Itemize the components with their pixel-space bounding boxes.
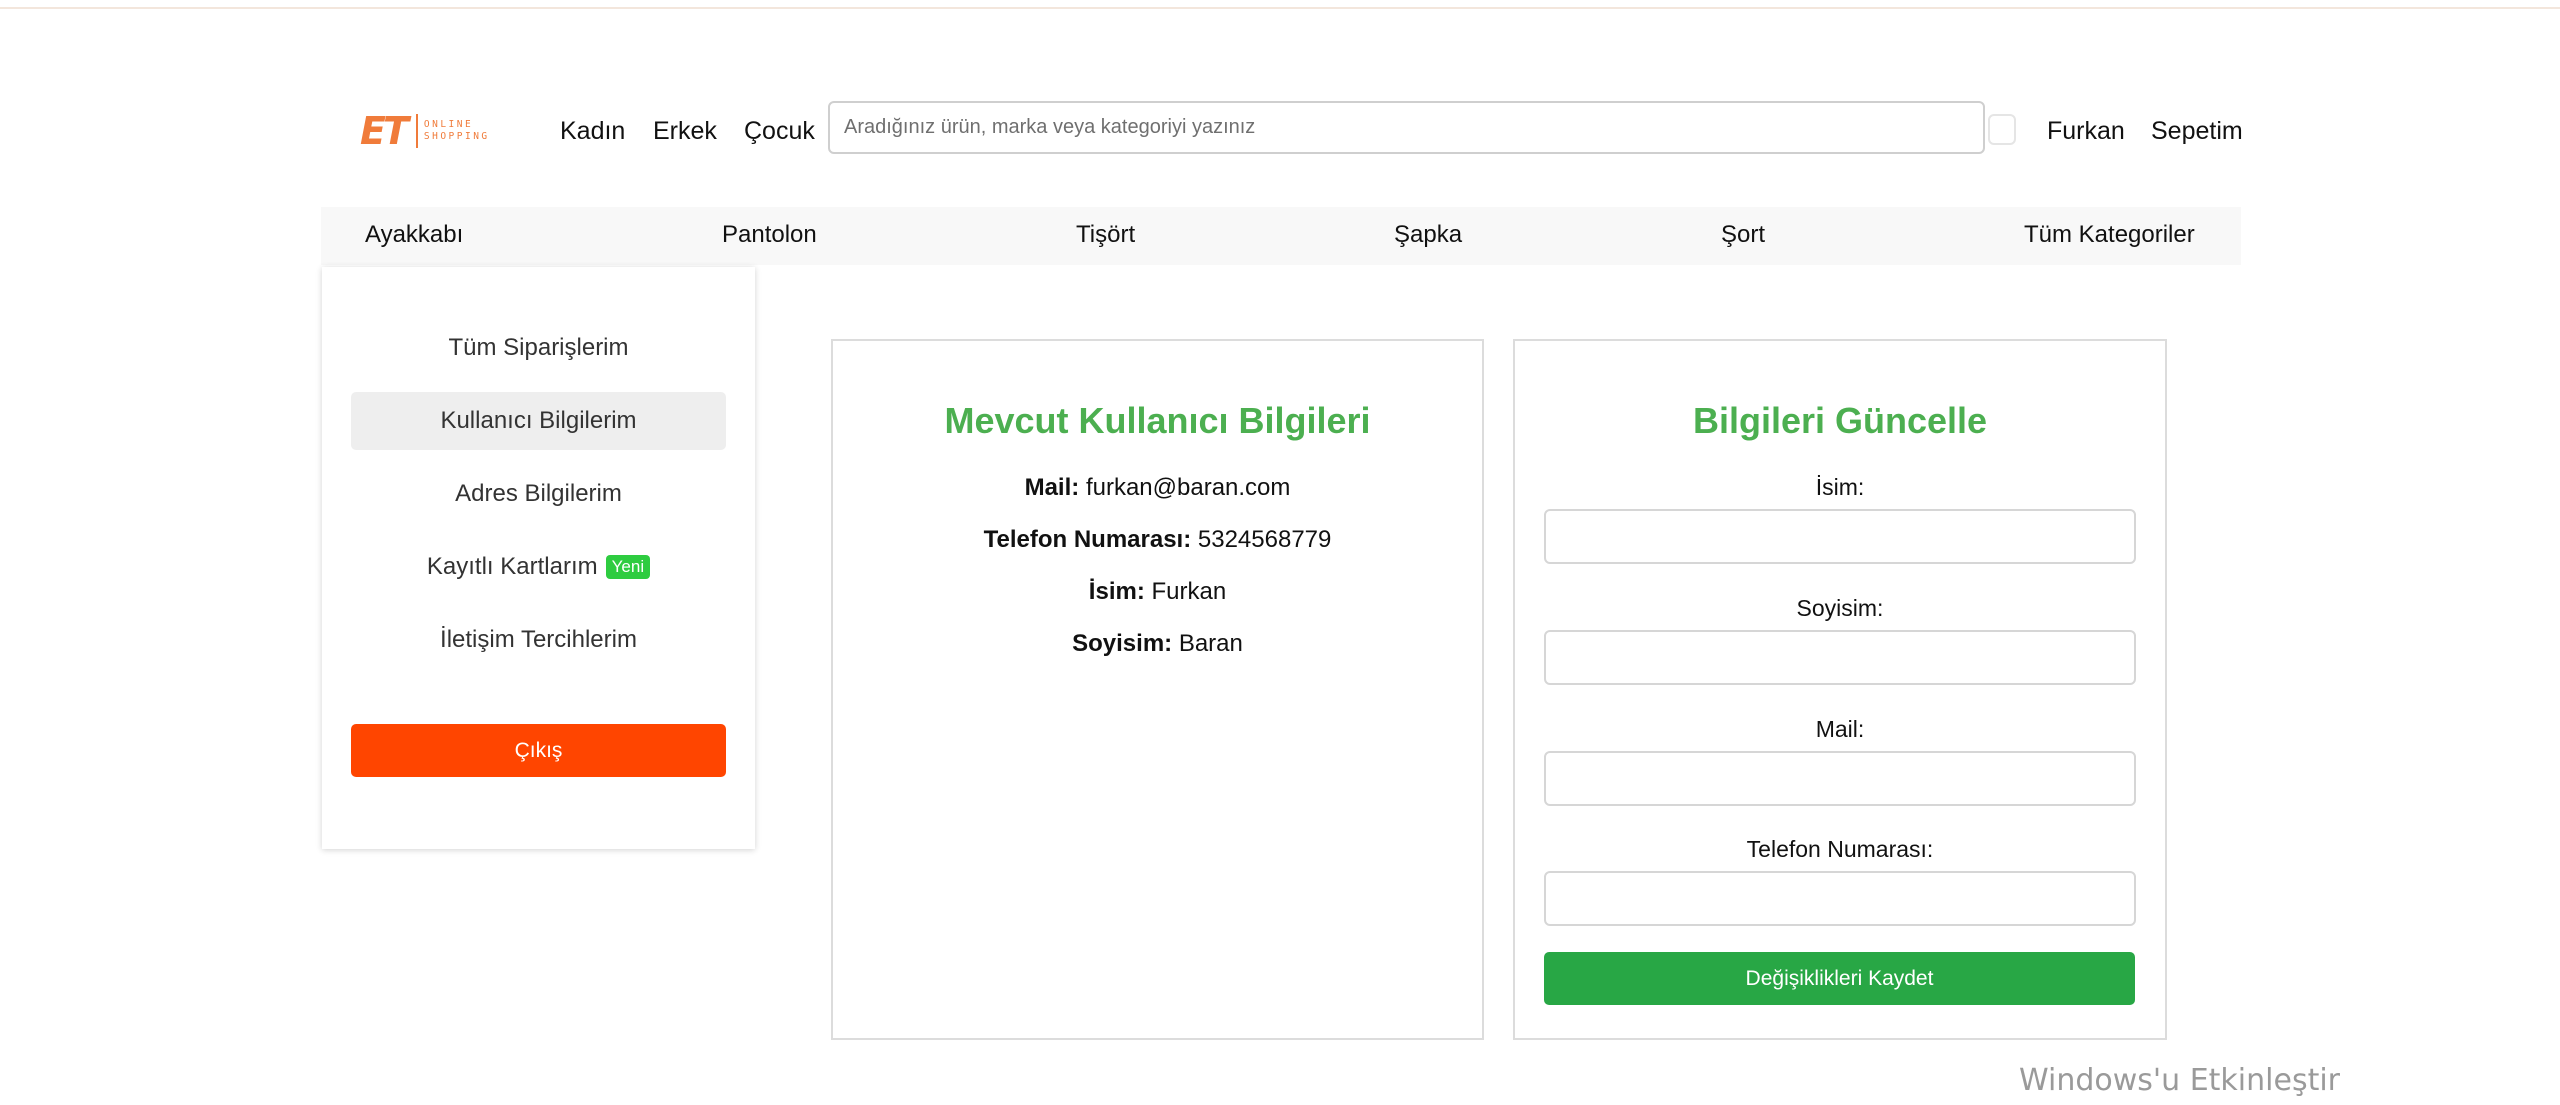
phone-input[interactable] (1544, 871, 2136, 926)
info-phone: Telefon Numarası: 5324568779 (833, 526, 1482, 554)
new-badge: Yeni (605, 555, 651, 579)
windows-activation-watermark: Windows'u Etkinleştir (2019, 1063, 2341, 1098)
category-ayakkabi[interactable]: Ayakkabı (365, 220, 463, 250)
info-value: Baran (1178, 630, 1243, 657)
mail-label: Mail: (1815, 716, 1865, 742)
search-input[interactable] (828, 101, 1985, 154)
logo-text: ONLINE SHOPPING (424, 119, 490, 143)
sidebar-item-label: İletişim Tercihlerim (440, 626, 637, 653)
category-sapka[interactable]: Şapka (1394, 220, 1462, 250)
category-all[interactable]: Tüm Kategoriler (2024, 220, 2195, 250)
info-label: Telefon Numarası: (983, 526, 1192, 553)
sidebar-item-label: Adres Bilgilerim (455, 480, 622, 507)
name-label: İsim: (1815, 474, 1865, 500)
nav-kadin[interactable]: Kadın (560, 116, 625, 146)
sidebar-item-label: Kayıtlı Kartlarım (426, 553, 598, 580)
surname-label: Soyisim: (1796, 595, 1884, 621)
phone-label: Telefon Numarası: (1746, 836, 1934, 862)
sidebar-item-label: Kullanıcı Bilgilerim (440, 407, 637, 434)
update-form-card: Bilgileri Güncelle İsim: Soyisim: Mail: … (1513, 339, 2167, 1040)
sidebar-item-saved-cards[interactable]: Kayıtlı Kartlarım Yeni (351, 538, 726, 596)
current-info-title: Mevcut Kullanıcı Bilgileri (944, 400, 1371, 441)
info-value: Furkan (1151, 578, 1227, 605)
sidebar-item-addresses[interactable]: Adres Bilgilerim (351, 465, 726, 523)
mail-input[interactable] (1544, 751, 2136, 806)
account-sidebar: Tüm Siparişlerim Kullanıcı Bilgilerim Ad… (322, 267, 755, 849)
info-value: furkan@baran.com (1085, 474, 1291, 501)
logo-line-2: SHOPPING (423, 131, 490, 142)
logout-button[interactable]: Çıkış (351, 724, 726, 777)
info-label: Soyisim: (1072, 630, 1173, 657)
search-checkbox[interactable] (1988, 114, 2016, 145)
category-bar (321, 207, 2241, 265)
logo-divider (415, 114, 418, 148)
cart-link[interactable]: Sepetim (2151, 116, 2243, 146)
top-border (0, 7, 2560, 9)
current-info-card: Mevcut Kullanıcı Bilgileri Mail: furkan@… (831, 339, 1484, 1040)
update-form-title: Bilgileri Güncelle (1692, 400, 1988, 441)
info-name: İsim: Furkan (833, 578, 1482, 606)
info-surname: Soyisim: Baran (833, 630, 1482, 658)
sidebar-item-orders[interactable]: Tüm Siparişlerim (351, 319, 726, 377)
save-changes-button[interactable]: Değişiklikleri Kaydet (1544, 952, 2135, 1005)
surname-input[interactable] (1544, 630, 2136, 685)
logo-line-1: ONLINE (423, 119, 474, 130)
site-logo[interactable]: ET ONLINE SHOPPING (360, 111, 502, 151)
category-pantolon[interactable]: Pantolon (722, 220, 817, 250)
nav-erkek[interactable]: Erkek (653, 116, 717, 146)
info-value: 5324568779 (1197, 526, 1332, 553)
category-tisort[interactable]: Tişört (1076, 220, 1135, 250)
sidebar-item-label: Tüm Siparişlerim (448, 334, 629, 361)
info-label: Mail: (1024, 474, 1080, 501)
sidebar-item-user-info[interactable]: Kullanıcı Bilgilerim (351, 392, 726, 450)
logo-mark: ET (360, 109, 409, 153)
info-mail: Mail: furkan@baran.com (833, 474, 1482, 502)
info-label: İsim: (1088, 578, 1145, 605)
nav-cocuk[interactable]: Çocuk (744, 116, 815, 146)
name-input[interactable] (1544, 509, 2136, 564)
category-sort[interactable]: Şort (1721, 220, 1765, 250)
user-link[interactable]: Furkan (2047, 116, 2125, 146)
sidebar-item-contact-prefs[interactable]: İletişim Tercihlerim (351, 611, 726, 669)
